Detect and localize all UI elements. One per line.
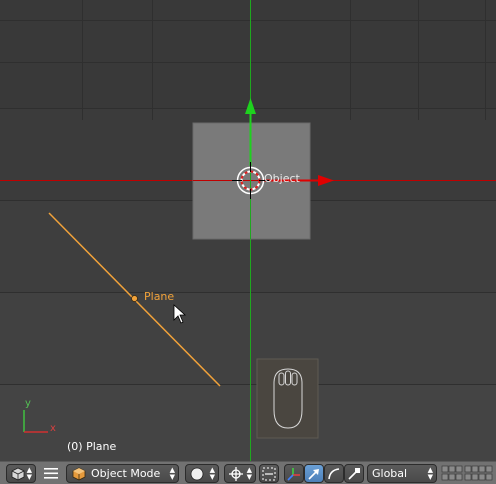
viewport-shading-button[interactable]: ▲ ▼ (185, 464, 219, 483)
chevron-updown-icon: ▲ ▼ (169, 466, 175, 481)
orientation-label: Global (372, 467, 408, 480)
axis-x-label: x (50, 423, 56, 434)
manipulator-toggle-button[interactable] (284, 464, 304, 483)
scale-icon (348, 468, 360, 480)
3d-view-icon (11, 467, 25, 481)
hamburger-menu-icon[interactable] (44, 468, 58, 479)
chevron-updown-icon: ▲ ▼ (246, 466, 252, 481)
chevron-updown-icon: ▲ ▼ (26, 466, 32, 481)
3d-view-header: ▲ ▼ Object Mode ▲ ▼ ▲ ▼ ▲ ▼ Global ▲ ▼ (0, 461, 496, 484)
dotted-box-icon (262, 467, 276, 481)
chevron-updown-icon: ▲ ▼ (427, 466, 433, 481)
translate-arrow-icon (308, 469, 319, 480)
mode-selector[interactable]: Object Mode ▲ ▼ (66, 464, 179, 483)
solid-sphere-icon (190, 467, 204, 481)
layers-grid-icon[interactable] (441, 465, 493, 482)
scale-manipulator-button[interactable] (344, 464, 364, 483)
3d-viewport[interactable]: Object Plane y x (0) Plane (0, 0, 496, 461)
pivot-point-icon (229, 467, 243, 481)
pivot-point-button[interactable]: ▲ ▼ (224, 464, 256, 483)
chevron-updown-icon: ▲ ▼ (209, 466, 215, 481)
editor-type-button[interactable]: ▲ ▼ (6, 464, 36, 483)
translate-manipulator-button[interactable] (304, 464, 324, 483)
cube-icon (72, 467, 86, 481)
object-label: Object (264, 172, 300, 185)
plane-origin-dot (131, 295, 138, 302)
viewport-scene (0, 0, 496, 461)
mode-label: Object Mode (91, 467, 161, 480)
axis-y-label: y (25, 398, 31, 409)
plane-label: Plane (144, 290, 175, 303)
active-object-status: (0) Plane (67, 440, 117, 453)
manipulator-axes-icon (287, 468, 300, 481)
rotate-arc-icon (328, 468, 340, 480)
transform-toggle-button[interactable] (259, 464, 279, 483)
rotate-manipulator-button[interactable] (324, 464, 344, 483)
transform-orientation-selector[interactable]: Global ▲ ▼ (367, 464, 437, 483)
